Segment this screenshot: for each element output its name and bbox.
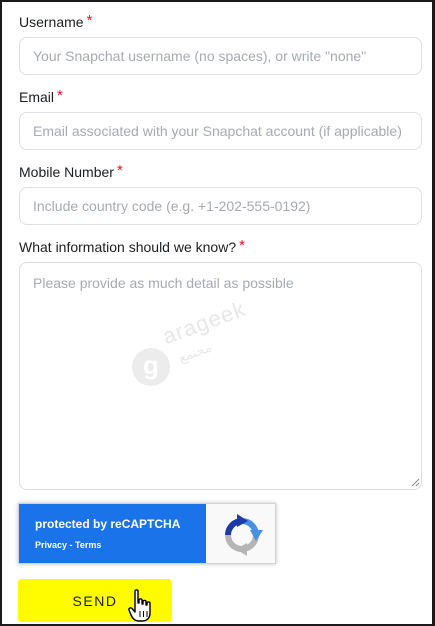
- mobile-label: Mobile Number *: [19, 162, 123, 181]
- email-label-text: Email: [19, 89, 55, 105]
- resize-grip-icon[interactable]: [411, 478, 420, 487]
- email-input[interactable]: [19, 112, 422, 150]
- username-label-text: Username: [19, 14, 84, 30]
- recaptcha-info-panel: protected by reCAPTCHA Privacy - Terms: [19, 504, 206, 563]
- recaptcha-links[interactable]: Privacy - Terms: [35, 540, 101, 550]
- mobile-input[interactable]: [19, 187, 422, 225]
- details-label: What information should we know? *: [19, 237, 245, 256]
- mobile-label-text: Mobile Number: [19, 164, 114, 180]
- details-label-text: What information should we know?: [19, 239, 237, 255]
- email-label: Email *: [19, 87, 63, 106]
- recaptcha-badge[interactable]: protected by reCAPTCHA Privacy - Terms: [18, 503, 276, 564]
- required-asterisk: *: [116, 162, 123, 179]
- username-label: Username *: [19, 12, 93, 31]
- required-asterisk: *: [86, 12, 93, 29]
- send-button[interactable]: SEND: [18, 579, 172, 622]
- username-input[interactable]: [19, 37, 422, 75]
- form-frame: Username* Email* Mobile Number* What inf…: [0, 0, 435, 626]
- details-textarea[interactable]: [19, 262, 422, 490]
- recaptcha-logo-icon: [225, 514, 263, 556]
- recaptcha-title: protected by reCAPTCHA: [35, 517, 181, 531]
- required-asterisk: *: [57, 87, 63, 104]
- required-asterisk: *: [239, 237, 245, 254]
